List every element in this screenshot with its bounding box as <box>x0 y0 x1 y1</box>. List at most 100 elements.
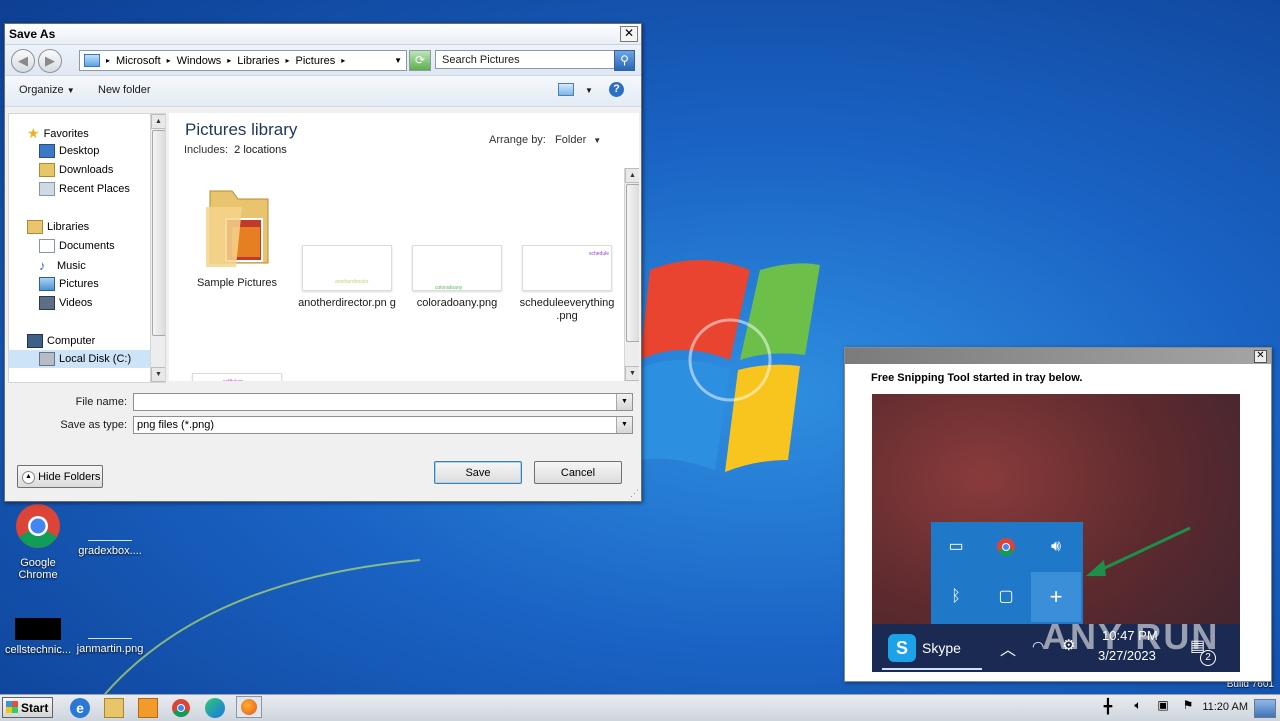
file-item-image[interactable]: coloradoany coloradoany.png <box>405 245 509 310</box>
tree-recent-places[interactable]: Recent Places <box>39 182 130 196</box>
view-icon[interactable] <box>558 83 574 96</box>
volume-icon: 🔊︎ <box>1050 538 1062 555</box>
forward-button[interactable]: ▶ <box>38 49 62 73</box>
chevron-up-icon: ︿ <box>1000 642 1017 659</box>
save-button[interactable]: Save <box>434 461 522 484</box>
library-includes: Includes: 2 locations <box>184 144 287 156</box>
chevron-down-icon[interactable]: ▼ <box>394 56 402 65</box>
clock-time[interactable]: 11:20 AM <box>1202 701 1248 713</box>
volume-icon[interactable]: 🔈︎ <box>1128 698 1148 718</box>
breadcrumb-microsoft[interactable]: Microsoft <box>116 55 161 67</box>
scroll-down-icon[interactable]: ▼ <box>151 367 165 382</box>
includes-label: Includes: <box>184 144 229 156</box>
desktop-icon-file[interactable]: cellstechnic... <box>0 618 76 656</box>
cancel-button[interactable]: Cancel <box>534 461 622 484</box>
arrange-by-dropdown[interactable]: Folder <box>555 134 586 146</box>
edge-icon[interactable] <box>205 698 225 718</box>
file-scrollbar[interactable]: ▲ ▼ <box>624 168 639 381</box>
internet-explorer-icon[interactable]: e <box>70 698 90 718</box>
tree-downloads[interactable]: Downloads <box>39 163 113 177</box>
chrome-icon[interactable] <box>171 698 191 718</box>
breadcrumb-pictures[interactable]: Pictures <box>296 55 336 67</box>
start-button[interactable]: Start <box>2 697 53 718</box>
desktop-icon-label: cellstechnic... <box>4 644 72 656</box>
file-item-folder[interactable]: Sample Pictures <box>185 177 289 290</box>
desktop-icon-label: gradexbox.... <box>78 545 142 557</box>
image-thumbnail: selftaken <box>192 373 282 381</box>
desktop-icon-file[interactable]: janmartin.png <box>72 618 148 655</box>
tree-label: Desktop <box>59 145 100 157</box>
close-button[interactable]: ✕ <box>620 26 638 42</box>
tree-local-disk[interactable]: Local Disk (C:) <box>9 350 150 368</box>
locations-link[interactable]: 2 locations <box>234 144 287 156</box>
tree-label: Computer <box>47 335 96 347</box>
chevron-right-icon[interactable]: ▸ <box>227 56 231 65</box>
tree-label: Favorites <box>43 127 89 140</box>
tree-label: Local Disk (C:) <box>59 353 132 365</box>
tree-music[interactable]: ♪ Music <box>39 258 86 273</box>
chevron-down-icon[interactable]: ▼ <box>593 136 601 145</box>
close-icon[interactable]: ✕ <box>1254 350 1267 363</box>
tree-videos[interactable]: Videos <box>39 296 92 310</box>
image-thumbnail: schedule <box>522 245 612 291</box>
save-type-select[interactable]: png files (*.png) ▼ <box>133 416 633 434</box>
desktop-icon-label: Google Chrome <box>18 557 58 581</box>
chevron-right-icon[interactable]: ▸ <box>285 56 289 65</box>
tree-favorites[interactable]: ★ Favorites <box>27 125 89 142</box>
scroll-thumb[interactable] <box>626 184 639 342</box>
popup-title-bar[interactable]: ✕ <box>845 348 1271 364</box>
help-icon[interactable]: ? <box>609 82 624 97</box>
breadcrumb-libraries[interactable]: Libraries <box>237 55 279 67</box>
hide-folders-button[interactable]: ▲ Hide Folders <box>17 465 103 488</box>
tree-documents[interactable]: Documents <box>39 239 115 253</box>
computer-icon <box>27 334 43 348</box>
back-button[interactable]: ◀ <box>11 49 35 73</box>
refresh-button[interactable]: ⟳ <box>409 50 431 71</box>
tree-computer[interactable]: Computer <box>27 334 95 348</box>
desktop-icon-chrome[interactable]: Google Chrome <box>0 502 76 581</box>
firefox-taskbar-button[interactable] <box>236 696 262 718</box>
scroll-thumb[interactable] <box>152 130 165 336</box>
add-icon: + <box>1031 572 1081 622</box>
tree-pictures[interactable]: Pictures <box>39 277 99 291</box>
address-bar[interactable]: ▸ Microsoft ▸ Windows ▸ Libraries ▸ Pict… <box>79 50 407 71</box>
tree-label: Recent Places <box>59 183 130 195</box>
scroll-up-icon[interactable]: ▲ <box>625 168 639 183</box>
tray-screenshot: ▭ 🔊︎ ᛒ ▢ + S Skype ︿ ◠ ⚙ 10:47 PM 3/27/2… <box>872 394 1240 672</box>
breadcrumb-windows[interactable]: Windows <box>177 55 222 67</box>
new-folder-button[interactable]: New folder <box>98 84 151 96</box>
desktop-icon-file[interactable]: gradexbox.... <box>72 520 148 557</box>
explorer-folder-icon[interactable] <box>104 698 124 718</box>
action-center-icon[interactable]: ╋ <box>1098 698 1118 718</box>
tree-libraries[interactable]: Libraries <box>27 220 89 234</box>
search-placeholder: Search Pictures <box>442 54 520 66</box>
view-dropdown-icon[interactable]: ▼ <box>585 86 593 95</box>
tree-desktop[interactable]: Desktop <box>39 144 99 158</box>
documents-icon <box>39 239 55 253</box>
scroll-up-icon[interactable]: ▲ <box>151 114 165 129</box>
chevron-right-icon[interactable]: ▸ <box>167 56 171 65</box>
arrange-by-label: Arrange by: <box>489 134 546 146</box>
search-icon[interactable]: ⚲ <box>614 50 635 71</box>
tree-label: Music <box>57 259 86 272</box>
nav-scrollbar[interactable]: ▲ ▼ <box>150 114 165 382</box>
file-item-image[interactable]: anotherdirector anotherdirector.pn g <box>295 245 399 310</box>
file-label: anotherdirector.pn g <box>298 297 396 309</box>
scroll-down-icon[interactable]: ▼ <box>625 366 639 381</box>
media-player-icon[interactable] <box>138 698 158 718</box>
search-input[interactable]: Search Pictures ⚲ <box>435 50 635 71</box>
organize-menu[interactable]: Organize ▼ <box>19 84 75 96</box>
chevron-down-icon[interactable]: ▼ <box>616 394 632 410</box>
chevron-right-icon[interactable]: ▸ <box>341 56 345 65</box>
resize-grip-icon[interactable]: ⋰ <box>630 488 639 499</box>
file-item-image[interactable]: selftaken <box>185 373 289 381</box>
show-desktop-button[interactable] <box>1254 699 1276 718</box>
file-item-image[interactable]: schedule scheduleeverything .png <box>515 245 619 323</box>
library-title: Pictures library <box>185 120 298 139</box>
network-icon[interactable]: ▣ <box>1153 698 1173 718</box>
file-name-input[interactable]: ▼ <box>133 393 633 411</box>
flag-icon[interactable]: ⚑ <box>1178 698 1198 718</box>
chevron-down-icon[interactable]: ▼ <box>616 417 632 433</box>
title-bar[interactable]: Save As ✕ <box>5 24 641 45</box>
image-file-icon <box>88 618 132 639</box>
